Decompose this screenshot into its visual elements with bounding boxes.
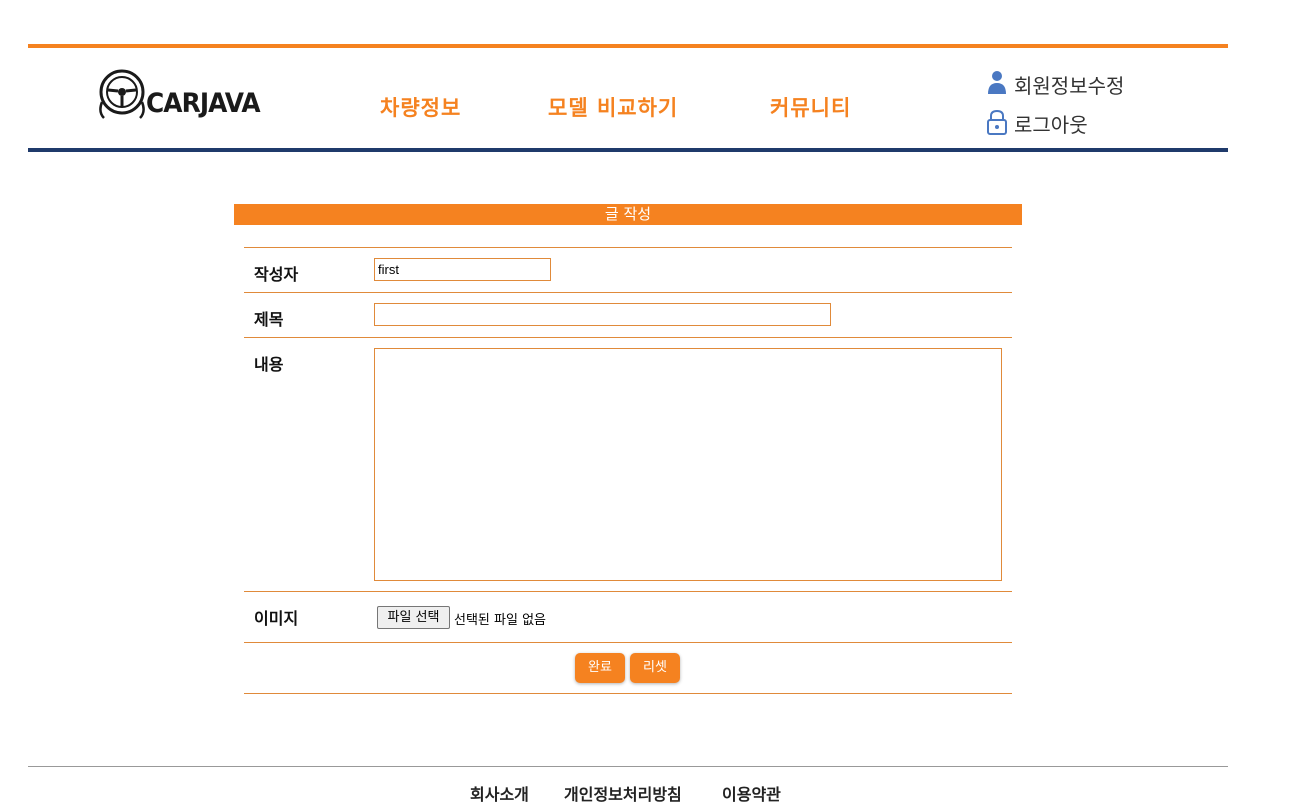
footer-link-company[interactable]: 회사소개 [470,781,529,805]
brand-name: CARJAVA [146,88,261,119]
row-divider [244,292,1012,293]
nav-vehicle-info[interactable]: 차량정보 [380,92,461,122]
row-divider [244,337,1012,338]
row-divider [244,642,1012,643]
submit-button[interactable]: 완료 [575,653,625,683]
steering-wheel-icon [99,69,145,119]
file-status-text: 선택된 파일 없음 [454,613,546,628]
content-label: 내용 [254,355,284,374]
user-icon [988,71,1006,94]
reset-button[interactable]: 리셋 [630,653,680,683]
image-label: 이미지 [254,609,299,628]
form-title: 글 작성 [234,204,1022,225]
row-divider [244,591,1012,592]
file-select-button[interactable]: 파일 선택 [377,606,450,629]
brand-logo[interactable]: CARJAVA [96,68,266,124]
row-divider [244,247,1012,248]
logout-label: 로그아웃 [1014,113,1088,137]
footer-link-terms[interactable]: 이용약관 [722,781,781,805]
author-label: 작성자 [254,265,299,284]
footer-link-privacy[interactable]: 개인정보처리방침 [564,781,682,805]
author-input[interactable] [374,258,551,281]
subject-input[interactable] [374,303,831,326]
footer-divider [28,766,1228,767]
nav-model-compare[interactable]: 모델 비교하기 [548,92,678,122]
site-header: CARJAVA 차량정보 모델 비교하기 커뮤니티 회원정보수정 로그아웃 [28,44,1228,152]
nav-community[interactable]: 커뮤니티 [770,92,851,122]
row-divider [244,693,1012,694]
subject-label: 제목 [254,310,284,329]
lock-icon [987,109,1007,135]
content-textarea[interactable] [374,348,1002,581]
edit-profile-label: 회원정보수정 [1014,74,1125,98]
